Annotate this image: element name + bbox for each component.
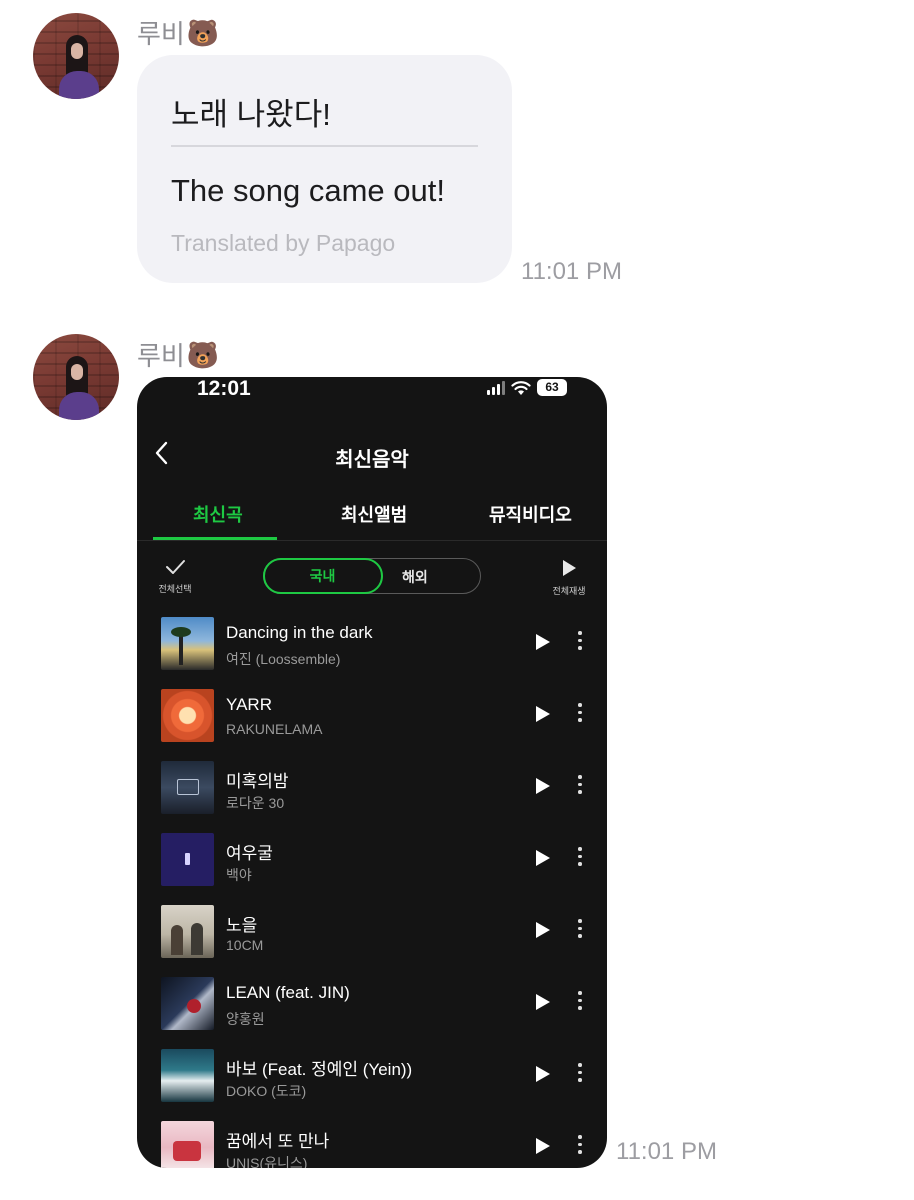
song-title: Dancing in the dark — [226, 623, 373, 642]
more-options-icon[interactable] — [577, 1135, 583, 1157]
message-timestamp: 11:01 PM — [616, 1138, 717, 1165]
select-all-label: 전체선택 — [158, 584, 192, 594]
album-cover — [161, 617, 214, 670]
song-title: 노을 — [226, 916, 258, 935]
more-options-icon[interactable] — [577, 631, 583, 653]
album-cover — [161, 761, 214, 814]
album-cover — [161, 905, 214, 958]
play-all-button[interactable]: 전체재생 — [547, 559, 591, 597]
play-icon[interactable] — [535, 1065, 551, 1083]
song-artist: UNIS(유니스) — [226, 1155, 308, 1168]
song-artist: 10CM — [226, 937, 264, 953]
song-row[interactable]: Dancing in the dark 여진 (Loossemble) — [137, 615, 607, 675]
song-title: LEAN (feat. JIN) — [226, 983, 350, 1002]
more-options-icon[interactable] — [577, 847, 583, 869]
song-row[interactable]: 여우굴 백야 — [137, 831, 607, 891]
tab-music-videos[interactable]: 뮤직비디오 — [489, 501, 572, 527]
song-artist: 양홍원 — [226, 1011, 265, 1027]
song-title: YARR — [226, 695, 272, 714]
more-options-icon[interactable] — [577, 703, 583, 725]
signal-icon — [487, 380, 505, 395]
song-artist: 로다운 30 — [226, 795, 285, 811]
checkmark-icon — [166, 560, 185, 574]
play-icon[interactable] — [535, 777, 551, 795]
toggle-overseas[interactable]: 해외 — [402, 567, 428, 587]
bear-emoji-icon: 🐻 — [186, 339, 220, 370]
sender-name: 루비 🐻 — [137, 14, 219, 51]
wifi-icon — [511, 380, 531, 395]
select-all-button[interactable]: 전체선택 — [155, 559, 195, 595]
avatar[interactable] — [33, 13, 119, 99]
bear-emoji-icon: 🐻 — [186, 17, 220, 48]
region-toggle: 국내 해외 — [262, 557, 481, 594]
song-row[interactable]: 바보 (Feat. 정예인 (Yein)) DOKO (도코) — [137, 1047, 607, 1107]
page-title: 최신음악 — [335, 449, 409, 471]
song-artist: 여진 (Loossemble) — [226, 651, 341, 667]
song-title: 꿈에서 또 만나 — [226, 1132, 330, 1151]
tab-divider — [137, 540, 607, 541]
play-icon[interactable] — [535, 705, 551, 723]
play-icon[interactable] — [535, 921, 551, 939]
message-timestamp: 11:01 PM — [521, 258, 622, 285]
song-row[interactable]: 미혹의밤 로다운 30 — [137, 759, 607, 819]
album-cover — [161, 1121, 214, 1168]
play-icon[interactable] — [535, 633, 551, 651]
battery-icon: 63 — [537, 379, 567, 396]
play-icon[interactable] — [535, 993, 551, 1011]
chat-screen: 루비 🐻 노래 나왔다! The song came out! Translat… — [0, 0, 914, 1200]
album-cover — [161, 977, 214, 1030]
song-title: 바보 (Feat. 정예인 (Yein)) — [226, 1060, 413, 1079]
translation-credit: Translated by Papago — [171, 230, 396, 256]
more-options-icon[interactable] — [577, 1063, 583, 1085]
more-options-icon[interactable] — [577, 991, 583, 1013]
translation-divider — [171, 145, 478, 147]
image-message[interactable]: 12:01 63 최신음악 최신곡 최신앨범 뮤직비디오 전체선택 국내 해외 … — [137, 377, 607, 1168]
song-row[interactable]: 노을 10CM — [137, 903, 607, 963]
tab-latest-songs[interactable]: 최신곡 — [193, 501, 243, 527]
song-title: 미혹의밤 — [226, 772, 289, 791]
toggle-domestic[interactable]: 국내 — [262, 557, 383, 594]
avatar[interactable] — [33, 334, 119, 420]
song-title: 여우굴 — [226, 844, 273, 863]
song-row[interactable]: YARR RAKUNELAMA — [137, 687, 607, 747]
original-message-text: 노래 나왔다! — [171, 97, 331, 132]
song-row[interactable]: LEAN (feat. JIN) 양홍원 — [137, 975, 607, 1035]
tab-latest-albums[interactable]: 최신앨범 — [341, 501, 407, 527]
album-cover — [161, 833, 214, 886]
play-icon — [563, 560, 576, 576]
sender-name-text: 루비 — [137, 19, 185, 49]
album-cover — [161, 689, 214, 742]
song-row[interactable]: 꿈에서 또 만나 UNIS(유니스) — [137, 1119, 607, 1168]
more-options-icon[interactable] — [577, 919, 583, 941]
status-bar-time: 12:01 — [197, 377, 251, 400]
song-artist: RAKUNELAMA — [226, 721, 323, 737]
song-artist: DOKO (도코) — [226, 1083, 307, 1099]
tab-bar: 최신곡 최신앨범 뮤직비디오 — [137, 501, 607, 541]
translated-message-text: The song came out! — [171, 173, 445, 208]
play-all-label: 전체재생 — [552, 586, 586, 596]
album-cover — [161, 1049, 214, 1102]
song-artist: 백야 — [226, 867, 252, 883]
more-options-icon[interactable] — [577, 775, 583, 797]
sender-name-text: 루비 — [137, 341, 185, 371]
status-bar-icons: 63 — [487, 379, 567, 396]
play-icon[interactable] — [535, 849, 551, 867]
translated-message-bubble[interactable]: 노래 나왔다! The song came out! Translated by… — [137, 55, 512, 283]
sender-name: 루비 🐻 — [137, 336, 219, 373]
play-icon[interactable] — [535, 1137, 551, 1155]
